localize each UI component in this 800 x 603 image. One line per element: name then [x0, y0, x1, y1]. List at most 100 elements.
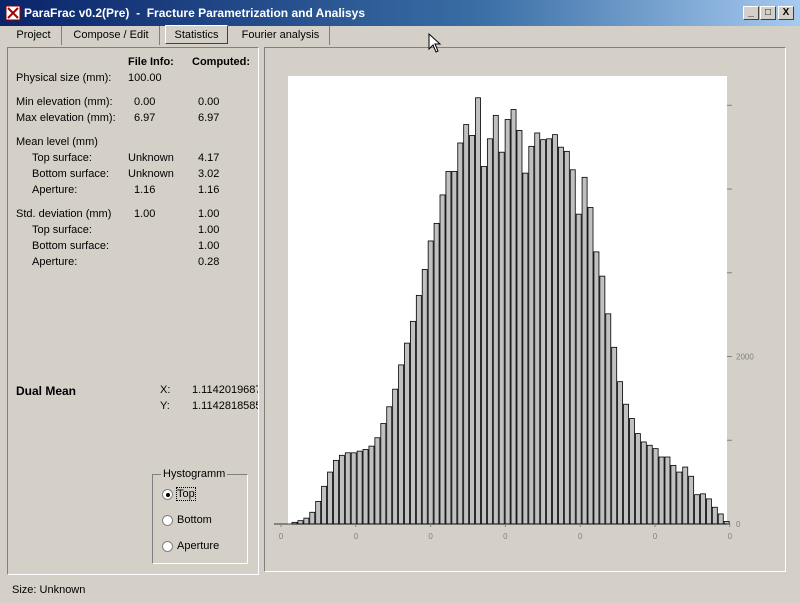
- histogram-bar: [321, 485, 328, 525]
- status-bar-text: Size: Unknown: [12, 584, 86, 596]
- min-elevation-computed: 0.00: [198, 96, 220, 108]
- x-tick-label: 0: [428, 532, 433, 541]
- histogram-bar: [439, 194, 446, 525]
- radio-aperture[interactable]: [162, 541, 173, 552]
- histogram-bar: [670, 464, 677, 525]
- x-tick-label: 0: [279, 532, 284, 541]
- histogram-bar: [404, 342, 410, 525]
- histogram-bar: [557, 146, 564, 525]
- histogram-bar: [327, 471, 333, 525]
- histogram-bar: [629, 418, 635, 525]
- tab-compose-edit[interactable]: Compose / Edit: [63, 26, 160, 45]
- histogram-bar: [297, 520, 304, 525]
- radio-top[interactable]: [162, 489, 173, 500]
- std-bottom-computed: 1.00: [198, 240, 220, 252]
- radio-bottom-label[interactable]: Bottom: [177, 514, 212, 526]
- histogram-bar: [350, 452, 357, 525]
- title-bar: ParaFrac v0.2(Pre) - Fracture Parametriz…: [0, 0, 800, 26]
- histogram-bar: [546, 138, 552, 525]
- mean-bottom-surface-label: Bottom surface:: [32, 168, 110, 180]
- histogram-bar: [374, 437, 381, 525]
- histogram-bar: [640, 441, 647, 525]
- histogram-bar: [694, 494, 700, 525]
- histogram-bar: [398, 364, 404, 525]
- histogram-bar: [344, 452, 351, 525]
- dual-mean-y-label: Y:: [160, 400, 170, 412]
- maximize-button[interactable]: □: [760, 6, 776, 20]
- histogram-bar: [338, 454, 345, 525]
- std-bottom-surface-label: Bottom surface:: [32, 240, 110, 252]
- histogram-bar: [705, 498, 712, 525]
- y-tick-label: 2000: [736, 353, 754, 362]
- histogram-bar: [652, 448, 659, 525]
- mean-top-fileinfo: Unknown: [128, 152, 174, 164]
- histogram-bar: [664, 456, 671, 525]
- histogram-bar: [463, 124, 470, 525]
- std-top-surface-label: Top surface:: [32, 224, 92, 236]
- histogram-bar: [611, 346, 618, 525]
- histogram-bar: [445, 171, 452, 525]
- histogram-bar: [386, 406, 393, 525]
- max-elevation-computed: 6.97: [198, 112, 220, 124]
- histogram-group-title: Hystogramm: [161, 468, 228, 480]
- histogram-bar: [711, 506, 718, 525]
- histogram-bar: [457, 142, 464, 525]
- histogram-bar: [409, 320, 416, 525]
- close-button[interactable]: X: [778, 6, 794, 20]
- histogram-bar: [498, 151, 505, 525]
- histogram-bar: [492, 114, 499, 525]
- x-tick-label: 0: [578, 532, 583, 541]
- std-deviation-label: Std. deviation (mm): [16, 208, 112, 220]
- histogram-bar: [587, 207, 594, 525]
- max-elevation-label: Max elevation (mm):: [16, 112, 116, 124]
- histogram-bar: [510, 109, 517, 525]
- mean-bottom-fileinfo: Unknown: [128, 168, 174, 180]
- dual-mean-y-value: 1.1142818585: [192, 400, 258, 412]
- histogram-bar: [451, 171, 458, 525]
- histogram-bar: [605, 313, 612, 525]
- x-tick-label: 0: [503, 532, 508, 541]
- x-tick-label: 0: [354, 532, 359, 541]
- mean-top-computed: 4.17: [198, 152, 220, 164]
- y-tick-label: 0: [736, 520, 741, 529]
- histogram-bar: [481, 166, 487, 525]
- mean-top-surface-label: Top surface:: [32, 152, 92, 164]
- histogram-bar: [368, 445, 375, 525]
- histogram-bar: [475, 97, 481, 525]
- x-tick-label: 0: [728, 532, 733, 541]
- histogram-bar: [676, 471, 683, 525]
- std-deviation-fileinfo: 1.00: [134, 208, 156, 220]
- histogram-bar: [392, 388, 399, 525]
- radio-bottom[interactable]: [162, 515, 173, 526]
- histogram-bar: [717, 513, 724, 525]
- tab-fourier-analysis[interactable]: Fourier analysis: [232, 26, 330, 45]
- histogram-bar: [421, 269, 428, 525]
- tab-statistics[interactable]: Statistics: [165, 25, 228, 44]
- histogram-bar: [522, 172, 529, 525]
- std-aperture-computed: 0.28: [198, 256, 220, 268]
- minimize-button[interactable]: _: [743, 6, 759, 20]
- histogram-bar: [688, 475, 695, 525]
- dual-mean-label: Dual Mean: [16, 384, 77, 398]
- radio-top-label[interactable]: Top: [176, 487, 196, 501]
- histogram-bar: [415, 294, 422, 525]
- min-elevation-fileinfo: 0.00: [134, 96, 156, 108]
- app-icon: [5, 5, 21, 21]
- histogram-bar: [469, 135, 476, 525]
- histogram-bar: [634, 433, 641, 525]
- mean-aperture-fileinfo: 1.16: [134, 184, 156, 196]
- histogram-bar: [599, 275, 606, 525]
- max-elevation-fileinfo: 6.97: [134, 112, 156, 124]
- histogram-bar: [356, 450, 363, 525]
- tab-project[interactable]: Project: [6, 26, 62, 45]
- radio-aperture-label[interactable]: Aperture: [177, 540, 219, 552]
- histogram-chart: 0000000 02000: [274, 76, 754, 541]
- histogram-bar: [575, 213, 582, 525]
- min-elevation-label: Min elevation (mm):: [16, 96, 113, 108]
- physical-size-fileinfo: 100.00: [128, 72, 162, 84]
- x-tick-label: 0: [653, 532, 658, 541]
- histogram-bar: [516, 130, 523, 525]
- histogram-bar: [700, 493, 706, 525]
- computed-header: Computed:: [192, 56, 251, 68]
- mean-aperture-label: Aperture:: [32, 184, 78, 196]
